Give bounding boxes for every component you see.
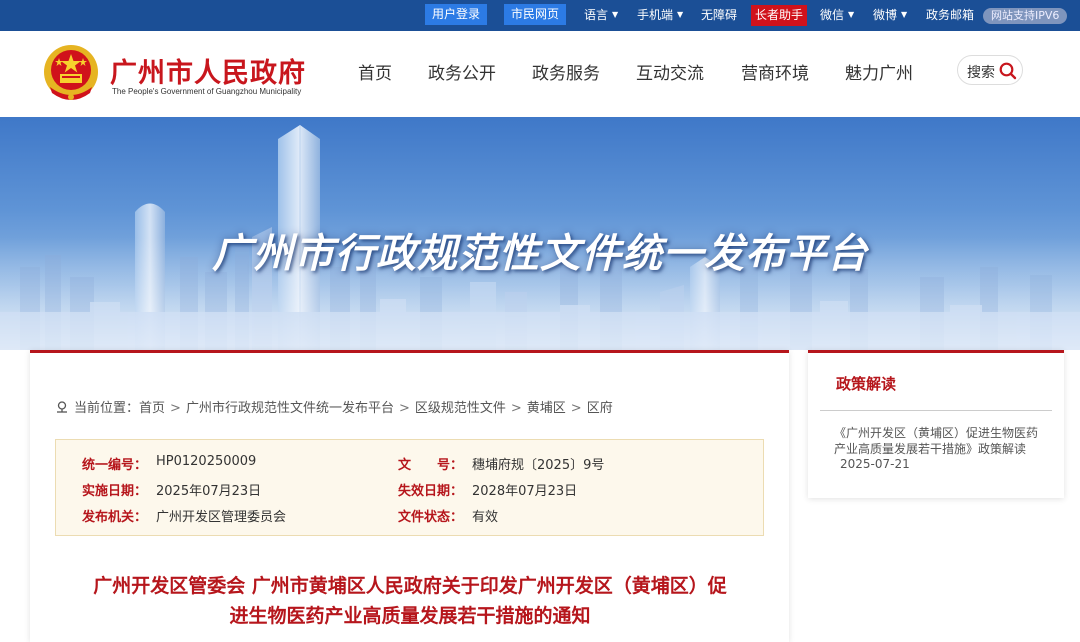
location-pin-icon: [57, 401, 67, 413]
site-title[interactable]: 广州市人民政府: [110, 51, 306, 90]
policy-interpretation-link[interactable]: 《广州开发区（黄埔区）促进生物医药产业高质量发展若干措施》政策解读: [834, 425, 1049, 457]
banner-title: 广州市行政规范性文件统一发布平台: [212, 231, 868, 277]
chevron-down-icon: ▼: [901, 10, 908, 19]
mobile-label: 手机端: [637, 8, 674, 22]
sidebar-title: 政策解读: [836, 375, 897, 393]
docno-value: 穗埔府规〔2025〕9号: [472, 458, 605, 473]
chevron-down-icon: ▼: [612, 10, 619, 19]
nav-gov-affairs-disclosure[interactable]: 政务公开: [428, 59, 496, 84]
breadcrumb-separator: >: [510, 401, 522, 416]
breadcrumb-separator: >: [570, 401, 582, 416]
breadcrumb-label: 当前位置：: [74, 401, 140, 416]
issuer-label: 发布机关：: [82, 510, 148, 525]
document-panel: 当前位置：首页 > 广州市行政规范性文件统一发布平台 > 区级规范性文件 > 黄埔区 > 区府 …: [30, 350, 789, 642]
user-login-button[interactable]: 用户登录: [425, 4, 488, 25]
expire-date-value: 2028年07月23日: [472, 484, 578, 499]
document-info-box: 统一编号： HP0120250009 文 号： 穗埔府规〔2025〕9号 实施日…: [55, 439, 764, 536]
effective-date-label: 实施日期：: [82, 484, 148, 499]
serial-label: 统一编号：: [82, 458, 148, 473]
issuer-value: 广州开发区管理委员会: [156, 510, 287, 525]
breadcrumb-separator: >: [398, 401, 410, 416]
status-value: 有效: [472, 510, 499, 525]
accessibility-link[interactable]: 无障碍: [701, 7, 737, 23]
nav-business-environment[interactable]: 营商环境: [741, 59, 809, 84]
breadcrumb: 当前位置：首页 > 广州市行政规范性文件统一发布平台 > 区级规范性文件 > 黄埔区 > 区府: [56, 397, 613, 416]
site-header: 广州市人民政府 The People's Government of Guang…: [0, 31, 1080, 117]
breadcrumb-item-platform[interactable]: 广州市行政规范性文件统一发布平台: [186, 401, 394, 416]
breadcrumb-item-huangpu[interactable]: 黄埔区: [527, 401, 566, 416]
site-title-english: The People's Government of Guangzhou Mun…: [112, 87, 302, 96]
chevron-down-icon: ▼: [848, 10, 855, 19]
effective-date-value: 2025年07月23日: [156, 484, 262, 499]
status-label: 文件状态：: [398, 510, 464, 525]
breadcrumb-item-home[interactable]: 首页: [139, 401, 165, 416]
docno-label: 文 号：: [398, 458, 464, 473]
nav-interaction[interactable]: 互动交流: [636, 59, 704, 84]
weibo-label: 微博: [873, 8, 898, 22]
document-title: 广州开发区管委会 广州市黄埔区人民政府关于印发广州开发区（黄埔区）促进生物医药产…: [93, 575, 727, 627]
nav-home[interactable]: 首页: [358, 59, 392, 84]
wechat-label: 微信: [820, 8, 845, 22]
nav-gov-services[interactable]: 政务服务: [532, 59, 600, 84]
breadcrumb-item-district-gov[interactable]: 区府: [587, 401, 613, 416]
mobile-menu[interactable]: 手机端 ▼: [637, 7, 683, 25]
search-label: 搜索: [967, 65, 995, 81]
breadcrumb-separator: >: [170, 401, 181, 416]
weibo-menu[interactable]: 微博 ▼: [873, 7, 907, 25]
search-button[interactable]: 搜索: [957, 55, 1023, 85]
gov-mail-link[interactable]: 政务邮箱: [926, 7, 974, 23]
search-icon: [999, 62, 1017, 80]
top-utility-bar: 用户登录 市民网页 语言 ▼ 手机端 ▼ 无障碍 长者助手 微信 ▼ 微博 ▼ 政务邮箱…: [0, 0, 1080, 31]
policy-interpretation-date: 2025-07-21: [840, 457, 910, 471]
serial-value: HP0120250009: [156, 454, 257, 469]
citizen-page-button[interactable]: 市民网页: [504, 4, 567, 25]
expire-date-label: 失效日期：: [398, 484, 464, 499]
nav-charming-guangzhou[interactable]: 魅力广州: [845, 59, 913, 84]
elder-assistant-button[interactable]: 长者助手: [751, 5, 808, 26]
ipv6-badge: 网站支持IPV6: [983, 8, 1068, 24]
chevron-down-icon: ▼: [677, 10, 684, 19]
national-emblem-logo: [44, 45, 98, 100]
wechat-menu[interactable]: 微信 ▼: [820, 7, 854, 25]
policy-interpretation-panel: 政策解读 《广州开发区（黄埔区）促进生物医药产业高质量发展若干措施》政策解读 2…: [808, 350, 1064, 498]
language-label: 语言: [584, 8, 609, 22]
breadcrumb-item-district-docs[interactable]: 区级规范性文件: [415, 401, 506, 416]
hero-banner: 广州市行政规范性文件统一发布平台: [0, 117, 1080, 350]
language-menu[interactable]: 语言 ▼: [584, 7, 618, 25]
divider: [820, 410, 1052, 411]
